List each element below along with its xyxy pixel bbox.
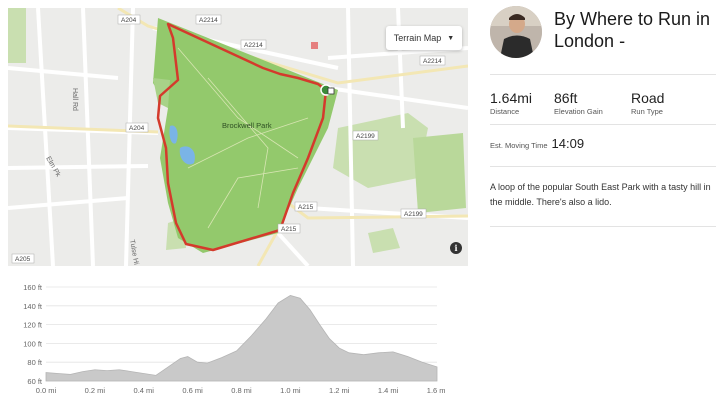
divider bbox=[490, 226, 716, 227]
x-tick-label: 1.4 mi bbox=[378, 386, 399, 395]
stat-distance: 1.64mi Distance bbox=[490, 90, 532, 116]
route-description: A loop of the popular South East Park wi… bbox=[490, 182, 711, 207]
stat-value: 1.64mi bbox=[490, 90, 533, 106]
moving-time-value: 14:09 bbox=[551, 136, 585, 151]
user-photo-icon bbox=[490, 6, 542, 58]
road-label: A215 bbox=[281, 226, 297, 233]
x-tick-label: 0.0 mi bbox=[36, 386, 57, 395]
x-tick-label: 1.2 mi bbox=[329, 386, 350, 395]
elevation-x-axis: 0.0 mi 0.2 mi 0.4 mi 0.6 mi 0.8 mi 1.0 mi 1.2 … bbox=[36, 386, 445, 395]
x-tick-label: 0.8 mi bbox=[231, 386, 252, 395]
y-tick-label: 100 ft bbox=[23, 339, 43, 348]
x-tick-label: 0.6 mi bbox=[182, 386, 203, 395]
route-details-panel: By Where to Run in London - 1.64mi Dista… bbox=[478, 0, 720, 270]
y-tick-label: 140 ft bbox=[23, 302, 43, 311]
stat-value: Road bbox=[631, 90, 665, 106]
info-icon[interactable]: i bbox=[450, 242, 462, 254]
poi-icon bbox=[311, 42, 318, 49]
x-tick-label: 0.4 mi bbox=[134, 386, 155, 395]
park-label: Brockwell Park bbox=[222, 121, 272, 130]
green-area bbox=[333, 113, 428, 188]
road-label: A205 bbox=[15, 256, 31, 263]
road-label: A204 bbox=[129, 125, 145, 132]
road-label: A215 bbox=[298, 204, 314, 211]
moving-time-label: Est. Moving Time bbox=[490, 141, 548, 150]
elevation-y-axis: 160 ft 140 ft 120 ft 100 ft 80 ft 60 ft bbox=[23, 283, 43, 386]
road-label: A2199 bbox=[356, 133, 375, 140]
stat-label: Distance bbox=[490, 107, 520, 116]
elevation-profile bbox=[45, 295, 438, 382]
stat-label: Run Type bbox=[631, 107, 663, 116]
divider bbox=[490, 74, 716, 75]
road-label: A2199 bbox=[404, 211, 423, 218]
elevation-chart[interactable]: 160 ft 140 ft 120 ft 100 ft 80 ft 60 ft 0.0 m… bbox=[0, 278, 445, 398]
y-tick-label: 160 ft bbox=[23, 283, 43, 292]
road-label: A2214 bbox=[199, 17, 218, 24]
stat-run-type: Road Run Type bbox=[631, 90, 664, 116]
street-label: Tulse Hi bbox=[128, 239, 139, 266]
stat-elevation-gain: 86ft Elevation Gain bbox=[554, 90, 603, 116]
x-tick-label: 1.6 mi bbox=[427, 386, 445, 395]
road-label: A204 bbox=[121, 17, 137, 24]
terrain-map-dropdown[interactable]: Terrain Map ▼ bbox=[386, 26, 462, 50]
green-area bbox=[8, 8, 26, 63]
y-tick-label: 120 ft bbox=[23, 321, 43, 330]
terrain-map-label: Terrain Map bbox=[393, 33, 442, 43]
green-area bbox=[413, 133, 466, 213]
green-area bbox=[368, 228, 400, 253]
y-tick-label: 60 ft bbox=[27, 377, 43, 386]
y-tick-label: 80 ft bbox=[27, 358, 43, 367]
caret-down-icon: ▼ bbox=[447, 34, 455, 42]
divider bbox=[490, 124, 716, 125]
moving-time: Est. Moving Time 14:09 bbox=[490, 136, 584, 151]
route-map[interactable]: A204 A2214 A2214 A2214 A204 A2199 A215 A… bbox=[8, 8, 468, 266]
stat-value: 86ft bbox=[554, 90, 578, 106]
avatar[interactable] bbox=[490, 6, 542, 58]
route-title: By Where to Run in London - bbox=[554, 9, 711, 51]
x-tick-label: 1.0 mi bbox=[280, 386, 301, 395]
street-label: Hall Rd bbox=[71, 88, 78, 111]
road-label: A2214 bbox=[244, 42, 263, 49]
stat-label: Elevation Gain bbox=[554, 107, 603, 116]
finish-flag-icon bbox=[327, 87, 335, 95]
road-label: A2214 bbox=[423, 58, 442, 65]
x-tick-label: 0.2 mi bbox=[85, 386, 106, 395]
divider bbox=[490, 166, 716, 167]
